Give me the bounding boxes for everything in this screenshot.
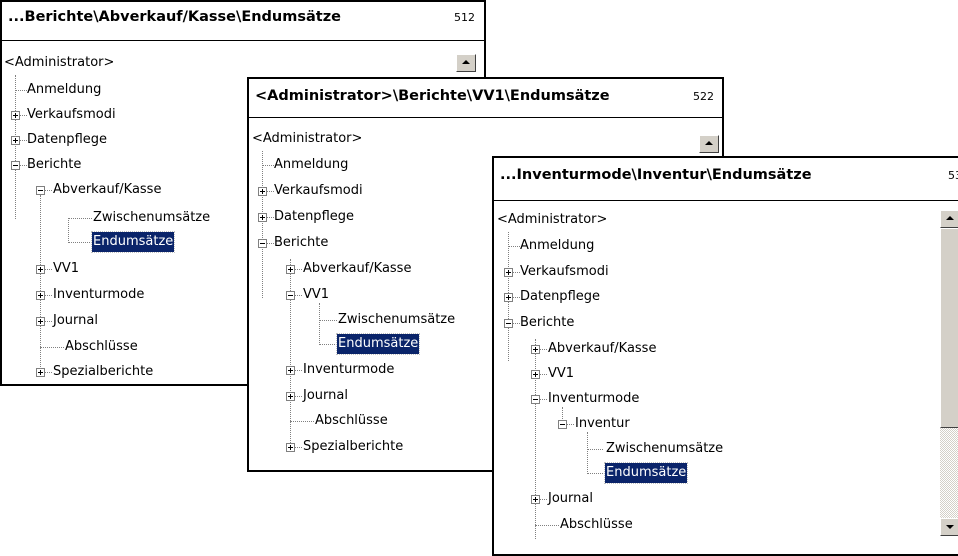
tree-item-datenpflege[interactable]: Datenpflege: [26, 130, 108, 150]
window-inventurmode-inventur-endumsaetze: ...Inventurmode\Inventur\Endumsätze 5312…: [492, 156, 958, 556]
tree-expand-plus-icon[interactable]: [36, 291, 45, 300]
tree-item-berichte[interactable]: Berichte: [273, 233, 329, 253]
scroll-up-arrow-icon[interactable]: [699, 135, 719, 153]
tree-item-endumsaetze-selected[interactable]: Endumsätze: [335, 333, 421, 355]
tree-item-abverkauf-kasse[interactable]: Abverkauf/Kasse: [52, 180, 162, 200]
window-title-bar: ...Berichte\Abverkauf/Kasse\Endumsätze 5…: [2, 2, 484, 41]
tree-item-inventurmode[interactable]: Inventurmode: [52, 285, 145, 305]
tree-item-journal[interactable]: Journal: [547, 489, 594, 509]
tree-item-administrator[interactable]: <Administrator>: [3, 53, 115, 73]
tree-expand-plus-icon[interactable]: [286, 265, 295, 274]
tree-item-inventurmode[interactable]: Inventurmode: [547, 389, 640, 409]
tree-item-spezialberichte[interactable]: Spezialberichte: [52, 362, 154, 382]
tree-item-berichte[interactable]: Berichte: [519, 313, 575, 333]
tree-item-zwischenumsaetze[interactable]: Zwischenumsätze: [92, 208, 211, 228]
tree-collapse-minus-icon[interactable]: [504, 319, 513, 328]
tree-item-inventurmode[interactable]: Inventurmode: [302, 360, 395, 380]
tree-item-berichte[interactable]: Berichte: [26, 155, 82, 175]
tree-item-journal[interactable]: Journal: [52, 311, 99, 331]
tree-item-administrator[interactable]: <Administrator>: [496, 210, 608, 230]
tree-expand-plus-icon[interactable]: [286, 366, 295, 375]
tree-item-spezialberichte[interactable]: Spezialberichte: [302, 437, 404, 457]
tree-expand-plus-icon[interactable]: [258, 187, 267, 196]
tree-item-verkaufsmodi[interactable]: Verkaufsmodi: [26, 105, 117, 125]
tree-item-endumsaetze-selected[interactable]: Endumsätze: [603, 462, 689, 484]
tree-expand-plus-icon[interactable]: [36, 265, 45, 274]
menu-code: 512: [454, 11, 475, 24]
tree-expand-plus-icon[interactable]: [36, 317, 45, 326]
tree-expand-plus-icon[interactable]: [531, 345, 540, 354]
tree-expand-plus-icon[interactable]: [531, 495, 540, 504]
tree-collapse-minus-icon[interactable]: [531, 395, 540, 404]
menu-code: 522: [693, 90, 714, 103]
menu-tree: <Administrator> Anmeldung Verkaufsmodi D…: [494, 202, 944, 554]
tree-item-journal[interactable]: Journal: [302, 386, 349, 406]
window-title-bar: <Administrator>\Berichte\VV1\Endumsätze …: [249, 79, 722, 118]
tree-expand-plus-icon[interactable]: [258, 213, 267, 222]
tree-expand-plus-icon[interactable]: [531, 370, 540, 379]
tree-item-abschluesse[interactable]: Abschlüsse: [64, 337, 139, 357]
tree-item-vv1[interactable]: VV1: [52, 259, 80, 279]
tree-item-abverkauf-kasse[interactable]: Abverkauf/Kasse: [302, 259, 412, 279]
tree-expand-plus-icon[interactable]: [286, 392, 295, 401]
tree-expand-plus-icon[interactable]: [11, 111, 20, 120]
tree-expand-plus-icon[interactable]: [11, 136, 20, 145]
tree-collapse-minus-icon[interactable]: [258, 239, 267, 248]
tree-item-vv1[interactable]: VV1: [302, 285, 330, 305]
tree-item-anmeldung[interactable]: Anmeldung: [273, 155, 349, 175]
tree-item-endumsaetze-selected[interactable]: Endumsätze: [90, 231, 176, 253]
tree-item-zwischenumsaetze[interactable]: Zwischenumsätze: [337, 310, 456, 330]
tree-item-abschluesse[interactable]: Abschlüsse: [559, 515, 634, 535]
tree-item-verkaufsmodi[interactable]: Verkaufsmodi: [273, 181, 364, 201]
tree-collapse-minus-icon[interactable]: [36, 186, 45, 195]
tree-collapse-minus-icon[interactable]: [286, 291, 295, 300]
window-title-bar: ...Inventurmode\Inventur\Endumsätze 5312: [494, 158, 958, 201]
tree-item-verkaufsmodi[interactable]: Verkaufsmodi: [519, 262, 610, 282]
window-title: <Administrator>\Berichte\VV1\Endumsätze: [255, 88, 610, 104]
tree-item-zwischenumsaetze[interactable]: Zwischenumsätze: [605, 439, 724, 459]
tree-item-inventur[interactable]: Inventur: [574, 414, 631, 434]
tree-expand-plus-icon[interactable]: [36, 368, 45, 377]
tree-expand-plus-icon[interactable]: [504, 293, 513, 302]
tree-collapse-minus-icon[interactable]: [11, 161, 20, 170]
tree-item-anmeldung[interactable]: Anmeldung: [26, 80, 102, 100]
tree-item-abschluesse[interactable]: Abschlüsse: [314, 411, 389, 431]
tree-item-abverkauf-kasse[interactable]: Abverkauf/Kasse: [547, 339, 657, 359]
tree-expand-plus-icon[interactable]: [286, 443, 295, 452]
tree-item-vv1[interactable]: VV1: [547, 364, 575, 384]
menu-code: 5312: [948, 169, 958, 182]
window-title: ...Berichte\Abverkauf/Kasse\Endumsätze: [8, 9, 341, 25]
tree-collapse-minus-icon[interactable]: [558, 420, 567, 429]
tree-item-datenpflege[interactable]: Datenpflege: [273, 207, 355, 227]
window-title: ...Inventurmode\Inventur\Endumsätze: [500, 167, 812, 183]
tree-item-datenpflege[interactable]: Datenpflege: [519, 287, 601, 307]
tree-expand-plus-icon[interactable]: [504, 268, 513, 277]
tree-item-anmeldung[interactable]: Anmeldung: [519, 236, 595, 256]
tree-item-administrator[interactable]: <Administrator>: [251, 129, 363, 149]
